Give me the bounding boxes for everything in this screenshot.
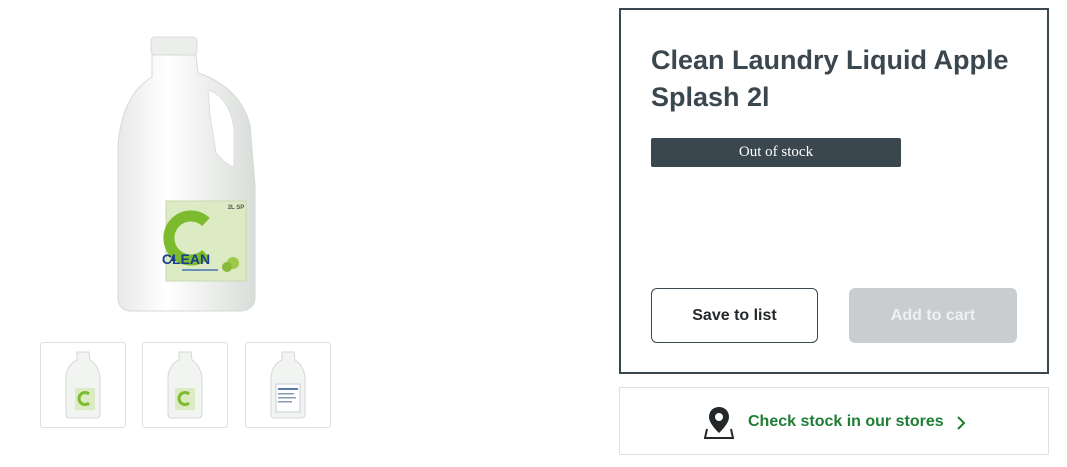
check-stock-link[interactable]: Check stock in our stores bbox=[748, 412, 944, 432]
save-to-list-button[interactable]: Save to list bbox=[651, 288, 818, 343]
main-product-image: CLEAN 2L SP bbox=[100, 35, 270, 315]
product-title: Clean Laundry Liquid Apple Splash 2l bbox=[651, 45, 1009, 112]
bottle-size-text: 2L SP bbox=[228, 205, 245, 211]
thumbnail-2-image bbox=[167, 351, 203, 419]
thumbnail-1[interactable] bbox=[40, 342, 126, 428]
thumbnail-2[interactable] bbox=[142, 342, 228, 428]
check-stock-bar[interactable]: Check stock in our stores bbox=[619, 387, 1049, 455]
map-pin-icon bbox=[704, 407, 734, 439]
thumbnail-1-image bbox=[65, 351, 101, 419]
product-panel: Clean Laundry Liquid Apple Splash 2l Out… bbox=[619, 8, 1049, 374]
out-of-stock-badge: Out of stock bbox=[651, 138, 901, 167]
chevron-right-icon bbox=[957, 416, 966, 430]
add-to-cart-button[interactable]: Add to cart bbox=[849, 288, 1017, 343]
thumbnail-3-image bbox=[270, 351, 306, 419]
bottle-brand-text: CLEAN bbox=[162, 251, 210, 267]
thumbnail-3[interactable] bbox=[245, 342, 331, 428]
